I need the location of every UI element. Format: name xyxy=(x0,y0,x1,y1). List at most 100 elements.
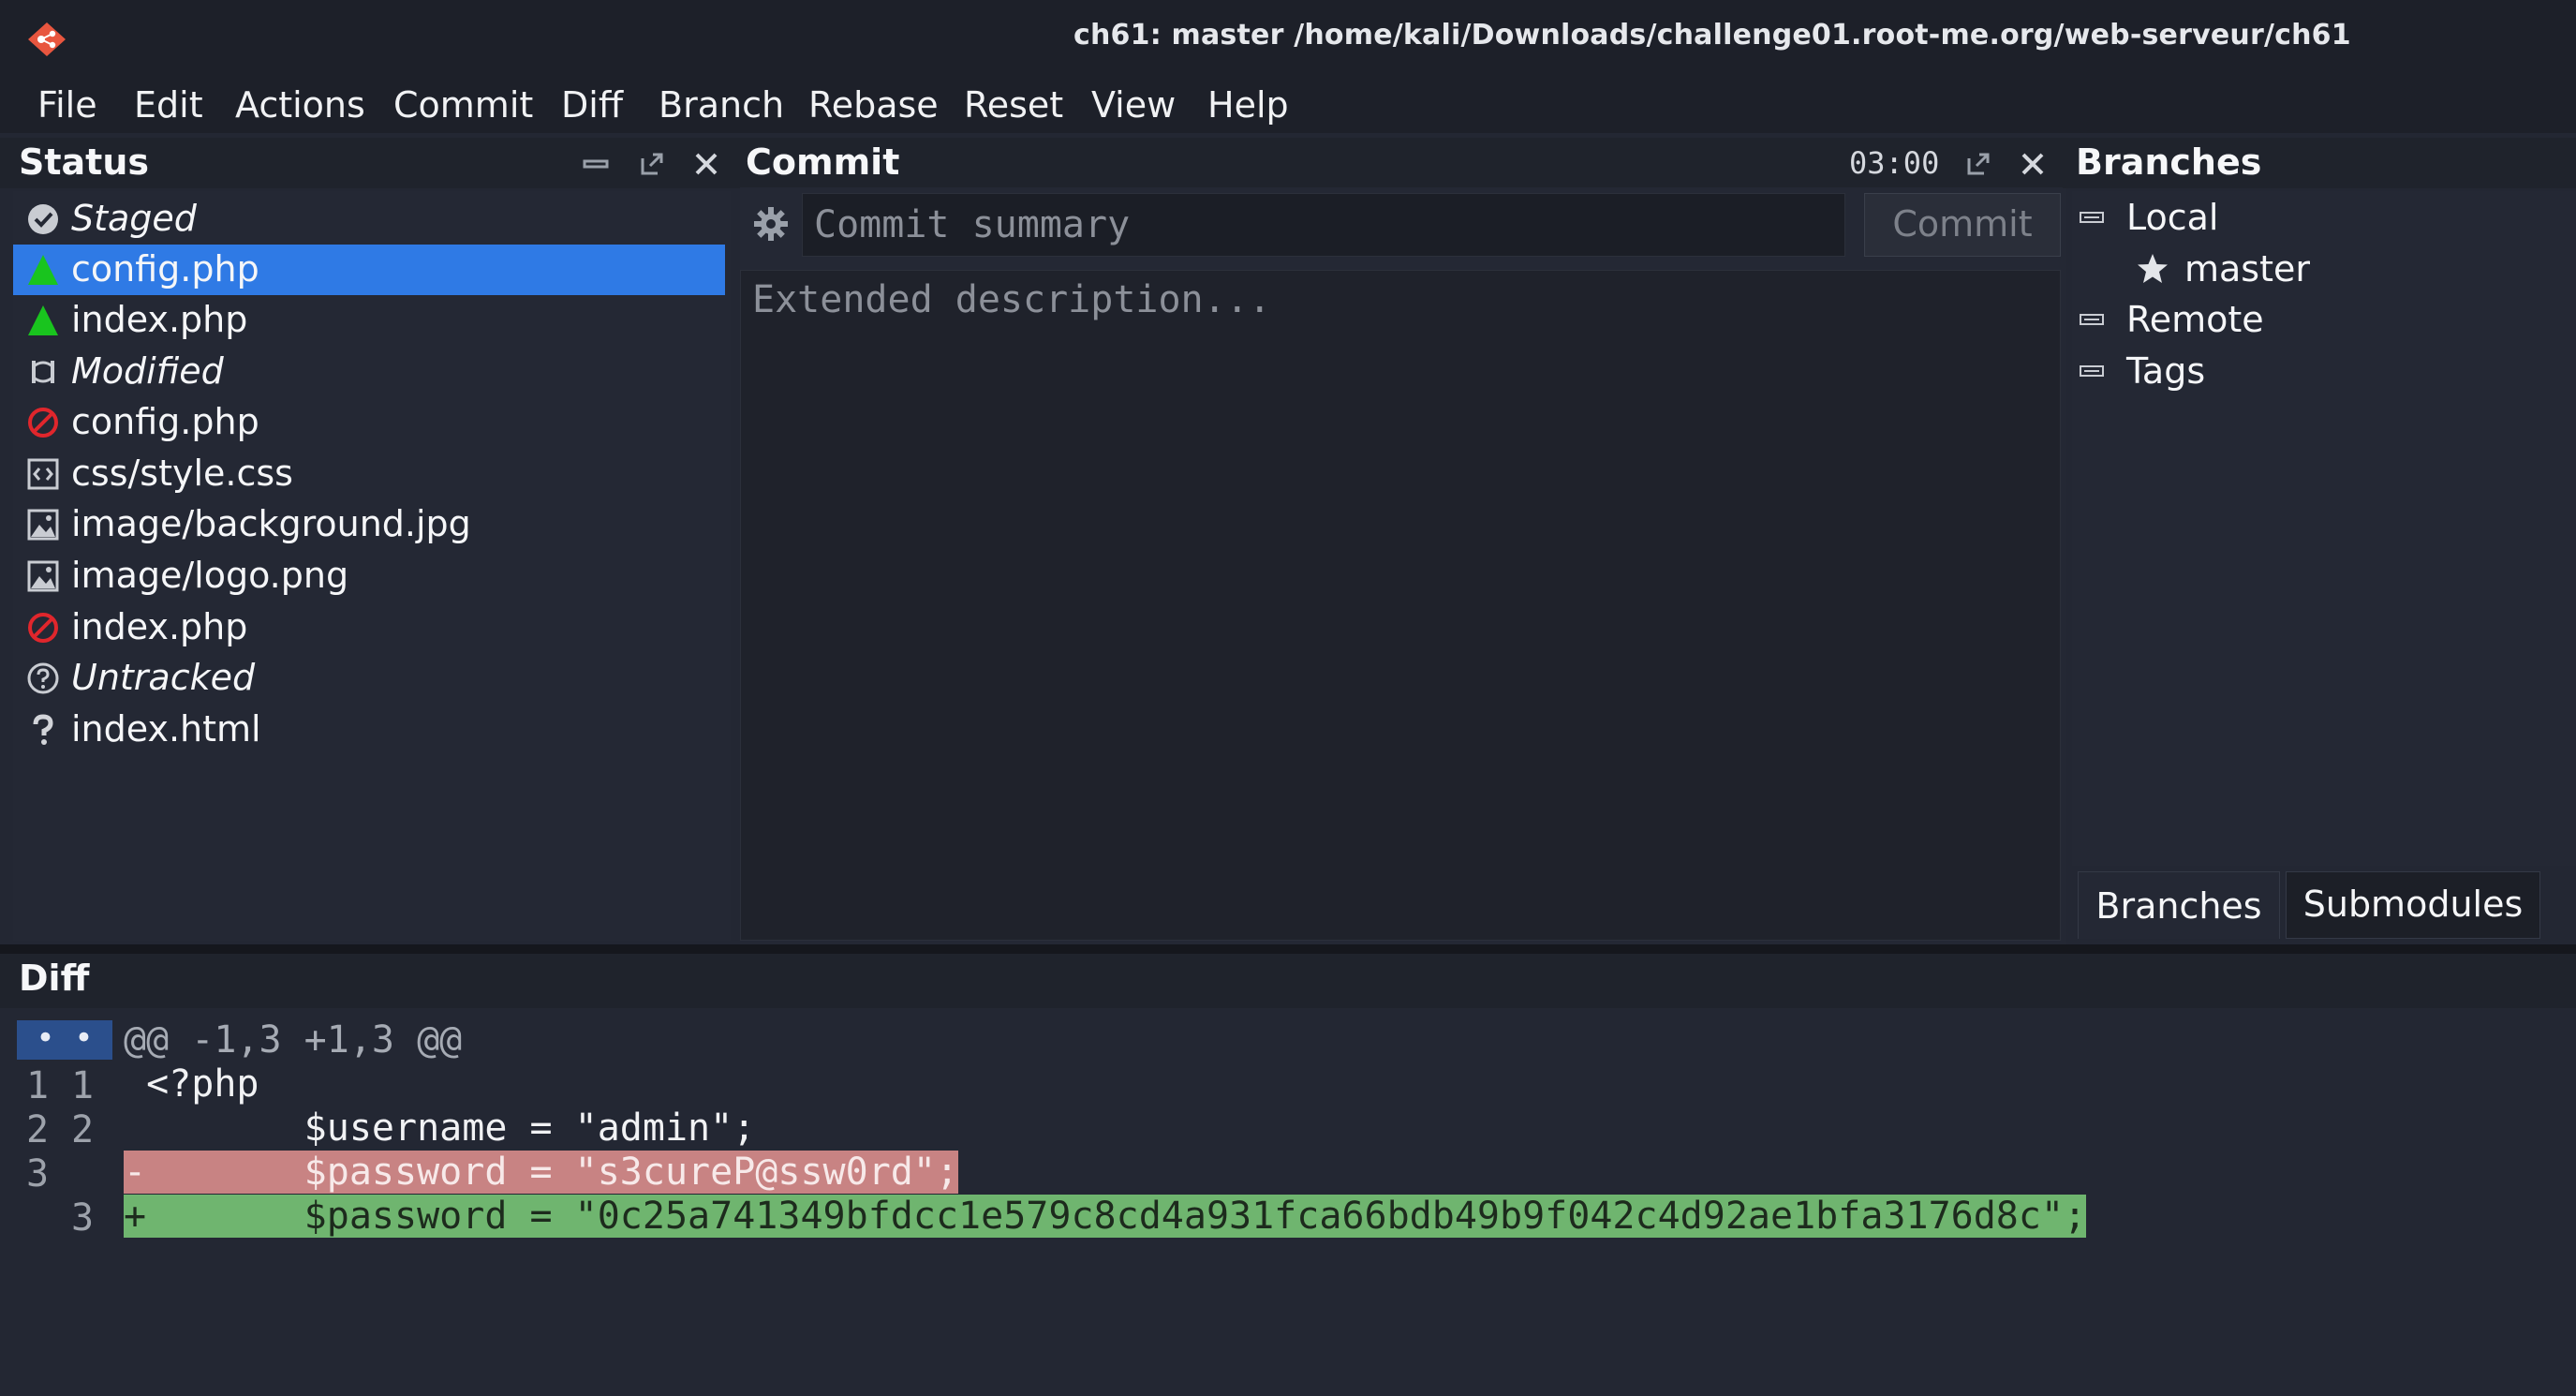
status-item-label: Modified xyxy=(71,350,224,392)
splitter[interactable] xyxy=(0,944,2576,954)
added-triangle-icon xyxy=(28,305,58,335)
branches-tree: Local master Remote Tags xyxy=(2072,191,2576,866)
branches-panel-title: Branches xyxy=(2076,141,2262,183)
status-group-staged[interactable]: Staged xyxy=(13,194,725,245)
title-bar: ch61: master /home/kali/Downloads/challe… xyxy=(0,0,2576,75)
menu-actions[interactable]: Actions xyxy=(235,84,365,126)
commit-description-input[interactable]: Extended description... xyxy=(740,270,2061,941)
untracked-file-index-html[interactable]: index.html xyxy=(13,705,725,755)
collapse-icon[interactable] xyxy=(2080,212,2104,223)
question-mark-icon xyxy=(33,714,53,745)
menu-edit[interactable]: Edit xyxy=(134,84,203,126)
window-title: ch61: master /home/kali/Downloads/challe… xyxy=(1073,19,2351,52)
collapse-icon[interactable] xyxy=(2080,365,2104,377)
collapse-icon[interactable] xyxy=(2080,314,2104,325)
close-panel-icon[interactable] xyxy=(2020,151,2046,177)
branch-remote-label: Remote xyxy=(2126,299,2264,340)
status-item-label: index.html xyxy=(71,708,261,750)
status-item-label: config.php xyxy=(71,248,259,290)
old-line-number: 1 xyxy=(26,1064,50,1107)
status-item-label: image/background.jpg xyxy=(71,503,471,544)
diff-line-text: $username = "admin"; xyxy=(124,1106,756,1150)
old-line-number: 3 xyxy=(26,1152,50,1196)
modified-file-background-jpg[interactable]: image/background.jpg xyxy=(13,499,725,550)
branch-node-tags[interactable]: Tags xyxy=(2072,347,2576,397)
status-item-label: config.php xyxy=(71,401,259,442)
modified-file-css-style[interactable]: css/style.css xyxy=(13,449,725,499)
deleted-no-icon xyxy=(28,408,58,438)
commit-panel-header: Commit 03:00 xyxy=(727,138,2066,188)
diff-hunk-header: • • @@ -1,3 +1,3 @@ xyxy=(13,1018,2542,1062)
diff-line-text: <?php xyxy=(124,1062,259,1106)
status-group-modified[interactable]: Modified xyxy=(13,347,725,397)
diff-line: 1 1 <?php xyxy=(13,1062,2542,1107)
new-line-number: 1 xyxy=(71,1064,95,1107)
settings-gear-icon[interactable] xyxy=(751,204,791,244)
menu-bar: File Edit Actions Commit Diff Branch Reb… xyxy=(0,75,2576,133)
menu-branch[interactable]: Branch xyxy=(659,84,784,126)
modified-icon xyxy=(32,361,54,383)
new-line-number: 2 xyxy=(71,1108,95,1151)
status-group-untracked[interactable]: Untracked xyxy=(13,653,725,704)
status-panel-title: Status xyxy=(19,141,150,183)
image-file-icon xyxy=(27,509,59,541)
star-icon xyxy=(2138,254,2168,283)
status-item-label: index.php xyxy=(71,299,248,340)
status-list: Staged config.php index.php Modified con… xyxy=(13,191,731,941)
branch-item-master[interactable]: master xyxy=(2072,245,2576,295)
menu-rebase[interactable]: Rebase xyxy=(808,84,939,126)
staged-file-index-php[interactable]: index.php xyxy=(13,295,725,346)
tab-submodules-label: Submodules xyxy=(2302,884,2524,925)
modified-file-config-php[interactable]: config.php xyxy=(13,397,725,448)
added-triangle-icon xyxy=(28,255,58,285)
branch-node-remote[interactable]: Remote xyxy=(2072,295,2576,346)
commit-summary-input[interactable]: Commit summary xyxy=(802,193,1845,257)
branch-master-label: master xyxy=(2184,248,2311,290)
float-panel-icon[interactable] xyxy=(1965,151,1991,177)
deleted-no-icon xyxy=(28,613,58,643)
tab-branches[interactable]: Branches xyxy=(2078,871,2280,939)
branches-panel-header: Branches xyxy=(2063,138,2576,188)
commit-button[interactable]: Commit xyxy=(1864,193,2061,257)
old-line-number: 2 xyxy=(26,1108,50,1151)
menu-file[interactable]: File xyxy=(37,84,97,126)
minimize-icon[interactable] xyxy=(583,151,609,177)
image-file-icon xyxy=(27,560,59,592)
diff-hunk-text: @@ -1,3 +1,3 @@ xyxy=(124,1018,463,1062)
float-panel-icon[interactable] xyxy=(639,151,665,177)
modified-file-index-php[interactable]: index.php xyxy=(13,602,725,653)
menu-commit[interactable]: Commit xyxy=(393,84,533,126)
status-item-label: image/logo.png xyxy=(71,555,349,596)
modified-file-logo-png[interactable]: image/logo.png xyxy=(13,551,725,601)
commit-description-placeholder: Extended description... xyxy=(752,278,1271,321)
status-item-label: Staged xyxy=(71,198,197,239)
diff-hunk-marker: • • xyxy=(17,1020,112,1060)
diff-line-text: + $password = "0c25a741349bfdcc1e579c8cd… xyxy=(124,1195,2087,1238)
code-file-icon xyxy=(27,458,59,490)
commit-timer: 03:00 xyxy=(1849,145,1940,181)
new-line-number: 3 xyxy=(71,1196,95,1240)
status-panel-header: Status xyxy=(0,138,731,188)
menu-help[interactable]: Help xyxy=(1207,84,1289,126)
diff-line-added: 3 + $password = "0c25a741349bfdcc1e579c8… xyxy=(13,1195,2542,1240)
menu-diff[interactable]: Diff xyxy=(561,84,623,126)
check-circle-icon xyxy=(28,204,58,234)
diff-line-removed: 3 - $password = "s3cureP@ssw0rd"; xyxy=(13,1151,2542,1196)
branch-tags-label: Tags xyxy=(2126,350,2206,392)
branch-node-local[interactable]: Local xyxy=(2072,193,2576,244)
status-item-label: css/style.css xyxy=(71,453,293,494)
diff-panel-header: Diff xyxy=(0,954,2576,1008)
status-item-label: index.php xyxy=(71,606,248,647)
tab-branches-label: Branches xyxy=(2095,885,2262,927)
close-panel-icon[interactable] xyxy=(693,151,719,177)
status-item-label: Untracked xyxy=(71,657,256,698)
question-circle-icon xyxy=(27,662,59,694)
branch-local-label: Local xyxy=(2126,197,2219,238)
git-cola-logo-icon xyxy=(28,22,66,56)
menu-reset[interactable]: Reset xyxy=(964,84,1063,126)
menu-view[interactable]: View xyxy=(1091,84,1176,126)
tab-submodules[interactable]: Submodules xyxy=(2286,871,2540,939)
staged-file-config-php[interactable]: config.php xyxy=(13,245,725,295)
diff-line: 2 2 $username = "admin"; xyxy=(13,1106,2542,1151)
diff-line-text: - $password = "s3cureP@ssw0rd"; xyxy=(124,1151,959,1194)
